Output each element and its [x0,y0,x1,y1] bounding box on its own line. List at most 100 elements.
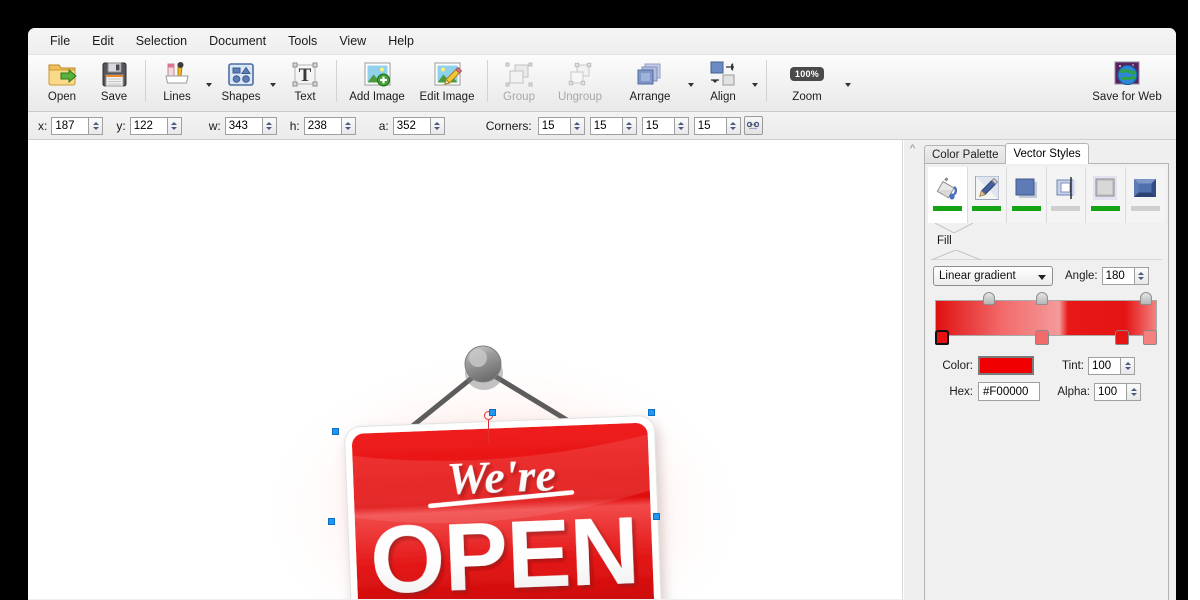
menu-item-file[interactable]: File [40,31,80,51]
toolbar-button-save[interactable]: Save [88,55,140,110]
fill-type-select[interactable]: Linear gradient [933,266,1053,286]
corner-bl-stepper[interactable] [693,116,741,135]
style-button-reflection[interactable] [1047,167,1086,223]
tint-stepper-arrows[interactable] [1120,356,1135,375]
tab-color-palette[interactable]: Color Palette [924,145,1007,164]
selection-handle-tm[interactable] [489,409,496,416]
selection-handle-tl[interactable] [332,428,339,435]
a-input[interactable] [392,116,430,135]
w-stepper-arrows[interactable] [261,116,277,135]
toolbar-button-add-image[interactable]: Add Image [342,55,412,110]
toolbar-caret-lines[interactable] [203,55,215,110]
alpha-stepper-arrows[interactable] [1126,382,1141,401]
style-button-stroke[interactable] [968,167,1007,223]
x-stepper[interactable] [51,116,104,135]
caret-down-icon [1138,277,1145,280]
x-input[interactable] [51,116,89,135]
style-button-fill[interactable] [928,167,968,223]
corner-br-stepper[interactable] [641,116,689,135]
x-stepper-arrows[interactable] [88,116,104,135]
toolbar-button-edit-image[interactable]: Edit Image [412,55,482,110]
gradient-stop-2[interactable] [1035,330,1049,345]
toolbar-button-arrange[interactable]: Arrange [615,55,685,110]
toolbar-button-save-for-web[interactable]: Save for Web [1088,55,1166,110]
corner-br-input[interactable] [641,116,674,135]
glow-square-icon [1091,171,1119,205]
corner-tl-arrows[interactable] [569,116,585,135]
gradient-stop-3[interactable] [1115,330,1129,345]
gradient-editor[interactable] [935,292,1157,345]
vector-styles-panel: Fill Linear gradient Angle: 180 Color: T… [924,163,1169,600]
selection-handle-mr[interactable] [653,513,660,520]
selection-handle-tr[interactable] [648,409,655,416]
style-button-glow[interactable] [1086,167,1126,223]
toolbar-button-ungroup[interactable]: Ungroup [545,55,615,110]
toolbar-button-group[interactable]: Group [493,55,545,110]
menu-item-view[interactable]: View [329,31,376,51]
gradient-top-marker-1[interactable] [983,292,995,305]
canvas-area[interactable]: We're OPEN [28,140,903,599]
corner-br-arrows[interactable] [673,116,689,135]
corner-tr-input[interactable] [589,116,622,135]
corner-tl-stepper[interactable] [537,116,585,135]
chevron-down-icon [270,82,276,87]
toolbar-button-lines[interactable]: Lines [151,55,203,110]
angle-stepper[interactable] [1101,267,1149,285]
menu-item-selection[interactable]: Selection [126,31,197,51]
a-stepper-arrows[interactable] [429,116,445,135]
toolbar-caret-shapes[interactable] [267,55,279,110]
field-h: h: [289,116,356,135]
tint-stepper[interactable] [1088,356,1135,375]
gradient-top-marker-3[interactable] [1140,292,1152,305]
toolbar-button-open[interactable]: Open [36,55,88,110]
toolbar-button-shapes[interactable]: Shapes [215,55,267,110]
w-stepper[interactable] [224,116,277,135]
y-stepper-arrows[interactable] [166,116,182,135]
tint-input[interactable] [1088,356,1120,375]
alpha-input[interactable] [1094,382,1126,401]
corner-bl-input[interactable] [693,116,726,135]
tab-vector-styles[interactable]: Vector Styles [1005,143,1089,164]
h-stepper-arrows[interactable] [340,116,356,135]
corner-tr-stepper[interactable] [589,116,637,135]
color-swatch[interactable] [978,356,1034,375]
h-input[interactable] [303,116,341,135]
y-input[interactable] [129,116,167,135]
menu-item-tools[interactable]: Tools [278,31,327,51]
h-stepper[interactable] [303,116,356,135]
were-open-sign-artwork[interactable]: We're OPEN [28,140,903,599]
toolbar-button-text[interactable]: T Text [279,55,331,110]
gradient-stop-1[interactable] [935,330,949,345]
caret-down-icon [730,126,737,130]
link-corners-button[interactable] [743,116,763,135]
toolbar-caret-zoom[interactable] [842,55,854,110]
alpha-stepper[interactable] [1094,382,1141,401]
toolbar-button-align[interactable]: Align [697,55,749,110]
corner-tr-arrows[interactable] [621,116,637,135]
toolbar-button-ungroup-label: Ungroup [557,91,603,103]
style-button-shadow[interactable] [1007,167,1047,223]
menu-item-document[interactable]: Document [199,31,276,51]
pencil-stroke-icon [973,171,1001,205]
toolbar-caret-arrange[interactable] [685,55,697,110]
y-stepper[interactable] [129,116,182,135]
angle-stepper-arrows[interactable] [1133,267,1149,285]
toolbar-button-lines-label: Lines [163,91,191,103]
style-button-bevel[interactable] [1126,167,1165,223]
w-input[interactable] [224,116,262,135]
a-stepper[interactable] [392,116,445,135]
toolbar-caret-align[interactable] [749,55,761,110]
caret-up-icon [678,121,685,125]
hex-input[interactable]: #F00000 [978,382,1040,401]
field-h-label: h: [289,118,300,133]
gradient-stop-4[interactable] [1143,330,1157,345]
angle-input[interactable] [1101,267,1134,285]
gradient-top-marker-2[interactable] [1036,292,1048,305]
menu-item-edit[interactable]: Edit [82,31,124,51]
collapse-chevron-icon[interactable]: ^ [910,144,915,155]
selection-handle-ml[interactable] [328,518,335,525]
toolbar-button-zoom[interactable]: 100% Zoom [772,55,842,110]
menu-item-help[interactable]: Help [378,31,424,51]
corner-tl-input[interactable] [537,116,570,135]
corner-bl-arrows[interactable] [725,116,741,135]
